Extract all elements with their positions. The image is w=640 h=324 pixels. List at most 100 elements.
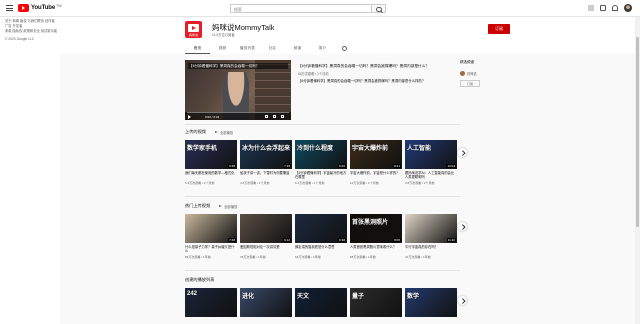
- video-card[interactable]: 11:20 平行宇宙真的存在吗？ 47万次观看 • 1年前: [405, 214, 457, 259]
- play-all-label: 全部播放: [219, 130, 234, 135]
- video-card[interactable]: 量子: [350, 288, 402, 317]
- video-card[interactable]: 9:12 爱因斯坦相对论一次讲清楚 76万次观看 • 1年前: [240, 214, 292, 259]
- thumbnail-text: 量子: [352, 294, 365, 300]
- video-meta: 4.2万次观看 • 1个月前: [240, 180, 270, 185]
- video-title[interactable]: 给孩子讲一讲，下雪时为何要撒盐: [240, 171, 292, 180]
- video-card[interactable]: 冷到什么程度 6:02 【3分钟看懂科学】宇宙最冷的地方在哪里 6.4万次观看 • 1…: [295, 140, 347, 185]
- channel-tabs: 首页 视频 播放列表 社区 频道 简介: [185, 42, 353, 54]
- video-duration: 9:48: [228, 164, 236, 168]
- video-card[interactable]: 天文: [295, 288, 347, 317]
- featured-channels-title: 精选频道: [460, 60, 474, 64]
- video-meta: 76万次观看 • 1年前: [240, 254, 266, 259]
- video-thumbnail[interactable]: 冷到什么程度 6:02: [295, 140, 347, 169]
- subscribe-button[interactable]: 订阅: [488, 24, 510, 34]
- video-duration: 6:02: [338, 164, 346, 168]
- progress-bar[interactable]: [187, 112, 289, 113]
- play-icon[interactable]: [188, 115, 191, 119]
- youtube-logo[interactable]: YouTube TW: [18, 4, 62, 12]
- video-title[interactable]: 【3分钟看懂科学】宇宙最冷的地方在哪里: [295, 171, 347, 180]
- video-title[interactable]: 薛定谔的猫到底是什么意思: [295, 245, 347, 254]
- tab-community[interactable]: 社区: [260, 42, 285, 54]
- video-thumbnail[interactable]: 9:12: [240, 214, 292, 243]
- fullscreen-icon[interactable]: [281, 115, 284, 118]
- player-time: 0:00 / 6:24: [205, 114, 220, 119]
- menu-icon[interactable]: [6, 5, 13, 11]
- channel-avatar[interactable]: 妈咪说: [185, 21, 202, 38]
- channel-search-icon[interactable]: [335, 42, 353, 54]
- notifications-icon[interactable]: [612, 5, 618, 11]
- video-thumbnail[interactable]: 11:20: [405, 214, 457, 243]
- video-card[interactable]: 242: [185, 288, 237, 317]
- settings-icon[interactable]: [265, 115, 268, 118]
- video-duration: 6:38: [338, 238, 346, 242]
- shelf-playlists: 创建的播放列表 242 进化 天文 量子 数学: [185, 276, 467, 317]
- tab-playlists[interactable]: 播放列表: [235, 42, 260, 54]
- divider: [185, 196, 460, 197]
- video-thumbnail[interactable]: 7:48: [185, 214, 237, 243]
- video-thumbnail[interactable]: 6:38: [295, 214, 347, 243]
- video-card[interactable]: 数学家手机 9:48 我们每天都在使用的数学—格式化 5.4万次观看 • 1个月前: [185, 140, 237, 185]
- play-all-button[interactable]: 全部播放: [218, 204, 237, 209]
- video-card[interactable]: 7:48 什么是量子力学？量子纠缠又是什么 89万次观看 • 1年前: [185, 214, 237, 259]
- featured-video-player[interactable]: 【6分钟看懂科学】黑洞真的会吞噬一切吗？ 0:00 / 6:24: [185, 60, 291, 120]
- featured-info: 【6分钟看懂科学】黑洞真的会吞噬一切吗？黑洞会被撑爆吗？黑洞内部是什么？ 65万…: [298, 64, 458, 84]
- scrollbar-thumb[interactable]: [636, 37, 639, 227]
- video-thumbnail[interactable]: 首张黑洞照片 8:05: [350, 214, 402, 243]
- video-title[interactable]: 宇宙大爆炸前，宇宙是什么样的？: [350, 171, 402, 180]
- video-thumbnail[interactable]: 宇宙大爆炸前 8:21: [350, 140, 402, 169]
- page-scrollbar[interactable]: [635, 17, 640, 324]
- video-thumbnail[interactable]: 天文: [295, 288, 347, 317]
- video-card[interactable]: 宇宙大爆炸前 8:21 宇宙大爆炸前，宇宙是什么样的？ 12万次观看 • 1个月前: [350, 140, 402, 185]
- video-thumbnail[interactable]: 进化: [240, 288, 292, 317]
- play-all-button[interactable]: 全部播放: [214, 130, 233, 135]
- shelf-title[interactable]: 创建的播放列表: [185, 277, 214, 283]
- theater-icon[interactable]: [273, 115, 276, 118]
- next-arrow-button[interactable]: [458, 148, 467, 157]
- video-thumbnail[interactable]: 人工智能 10:04: [405, 140, 457, 169]
- video-thumbnail[interactable]: 242: [185, 288, 237, 317]
- player-title[interactable]: 【6分钟看懂科学】黑洞真的会吞噬一切吗？: [188, 63, 288, 69]
- video-meta: 47万次观看 • 1年前: [405, 254, 431, 259]
- video-thumbnail[interactable]: 量子: [350, 288, 402, 317]
- account-avatar[interactable]: [624, 4, 632, 12]
- search-button[interactable]: [372, 4, 386, 13]
- featured-subscribe-button[interactable]: 订阅: [460, 80, 480, 87]
- tab-channels[interactable]: 频道: [285, 42, 310, 54]
- top-bar: YouTube TW 搜索: [0, 0, 640, 17]
- tab-home[interactable]: 首页: [185, 42, 210, 54]
- next-arrow-button[interactable]: [458, 222, 467, 231]
- tab-about[interactable]: 简介: [310, 42, 335, 54]
- video-card[interactable]: 6:38 薛定谔的猫到底是什么意思 64万次观看 • 1年前: [295, 214, 347, 259]
- sidebar-links[interactable]: 关于 新闻 版权 与我们联系 创作者 广告 开发者: [0, 17, 56, 29]
- video-card[interactable]: 冰为什么会浮起来 7:15 给孩子讲一讲，下雪时为何要撒盐 4.2万次观看 • 1个月…: [240, 140, 292, 185]
- shelf-title[interactable]: 上传的视频: [185, 129, 206, 135]
- messages-icon[interactable]: [600, 5, 606, 11]
- video-title[interactable]: 人类首张黑洞照片意味着什么？: [350, 245, 402, 254]
- video-card[interactable]: 人工智能 10:04 跟妈咪说学AI：人工智能真的会比人类更聪明吗 3.8万次观看 •…: [405, 140, 457, 185]
- video-meta: 64万次观看 • 1年前: [295, 254, 321, 259]
- video-thumbnail[interactable]: 数学家手机 9:48: [185, 140, 237, 169]
- video-thumbnail[interactable]: 冰为什么会浮起来 7:15: [240, 140, 292, 169]
- video-card[interactable]: 数学: [405, 288, 457, 317]
- video-row: 数学家手机 9:48 我们每天都在使用的数学—格式化 5.4万次观看 • 1个月前 冰为…: [185, 140, 467, 185]
- video-thumbnail[interactable]: 数学: [405, 288, 457, 317]
- video-card[interactable]: 进化: [240, 288, 292, 317]
- thumbnail-text: 数学: [407, 294, 420, 300]
- video-title[interactable]: 我们每天都在使用的数学—格式化: [185, 171, 237, 180]
- featured-channel-item[interactable]: 妈咪说: [460, 71, 510, 76]
- video-title[interactable]: 跟妈咪说学AI：人工智能真的会比人类更聪明吗: [405, 171, 457, 180]
- sidebar-policy-links[interactable]: 条款 隐私权 政策和安全 测试新功能: [0, 29, 60, 34]
- video-title[interactable]: 什么是量子力学？量子纠缠又是什么: [185, 245, 237, 254]
- search-input[interactable]: 搜索: [230, 4, 372, 13]
- featured-title[interactable]: 【6分钟看懂科学】黑洞真的会吞噬一切吗？黑洞会被撑爆吗？黑洞内部是什么？: [298, 64, 458, 69]
- shelf-title[interactable]: 热门上传视频: [185, 203, 210, 209]
- logo-region: TW: [56, 4, 62, 8]
- video-title[interactable]: 平行宇宙真的存在吗？: [405, 245, 457, 254]
- tab-videos[interactable]: 视频: [210, 42, 235, 54]
- player-controls: 0:00 / 6:24: [185, 112, 291, 120]
- next-arrow-button[interactable]: [458, 296, 467, 305]
- video-title[interactable]: 爱因斯坦相对论一次讲清楚: [240, 245, 292, 254]
- channel-logo-icon: [188, 24, 199, 32]
- video-card[interactable]: 首张黑洞照片 8:05 人类首张黑洞照片意味着什么？ 58万次观看 • 1年前: [350, 214, 402, 259]
- apps-icon[interactable]: [588, 5, 594, 11]
